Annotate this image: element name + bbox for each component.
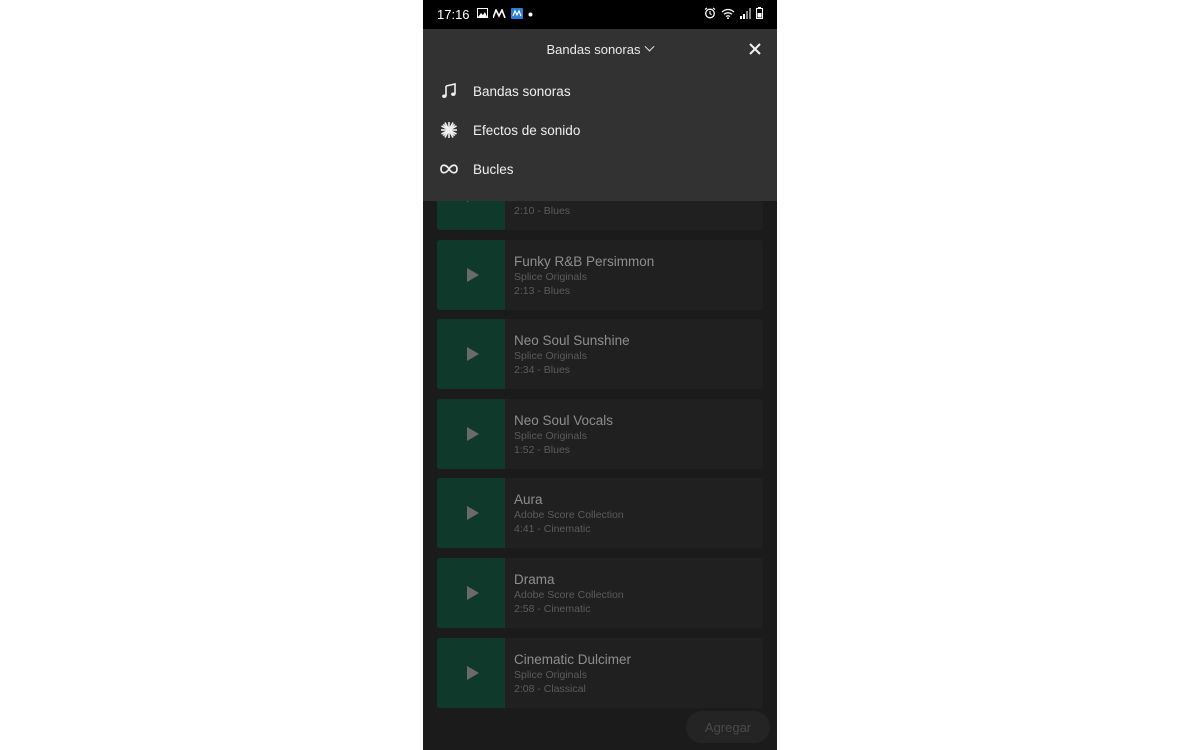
battery-icon [756,7,763,22]
menu-item-label: Bucles [473,161,514,177]
signal-icon [740,7,751,22]
status-time: 17:16 [437,7,470,22]
track-thumbnail[interactable] [437,558,505,628]
menu-item-loops[interactable]: Bucles [423,152,777,186]
play-icon [466,666,479,680]
play-icon [466,506,479,520]
infinity-icon [423,163,473,175]
track-meta: 1:52 - Blues [514,444,571,456]
track-info: Neo Soul Vocals Splice Originals 1:52 - … [505,399,613,469]
track-title: Neo Soul Sunshine [514,333,630,348]
track-thumbnail[interactable] [437,638,505,708]
track-meta: 2:10 - Blues [514,205,571,217]
notification-app-icon [510,7,523,22]
track-meta: 4:41 - Cinematic [514,523,591,535]
track-item[interactable]: Drama Adobe Score Collection 2:58 - Cine… [437,558,763,628]
track-thumbnail[interactable] [437,399,505,469]
close-icon [749,43,761,55]
category-dropdown: Bandas sonoras Bandas sonoras Efectos de… [423,29,777,201]
track-item[interactable]: Cinematic Dulcimer Splice Originals 2:08… [437,638,763,708]
status-right [704,7,763,22]
menu-item-label: Efectos de sonido [473,122,581,138]
track-artist: Splice Originals [514,669,587,681]
track-artist: Adobe Score Collection [514,509,624,521]
track-thumbnail[interactable] [437,319,505,389]
phone-screen: 17:16 2:10 - Blues Funky R&B Persimmon S… [423,0,777,750]
track-thumbnail[interactable] [437,478,505,548]
track-meta: 2:13 - Blues [514,285,571,297]
track-meta: 2:08 - Classical [514,683,586,695]
menu-item-sound-effects[interactable]: Efectos de sonido [423,113,777,147]
play-icon [466,427,479,441]
track-meta: 2:58 - Cinematic [514,603,591,615]
track-title: Aura [514,492,543,507]
track-item[interactable]: Aura Adobe Score Collection 4:41 - Cinem… [437,478,763,548]
play-icon [466,268,479,282]
dot-icon [528,9,533,20]
track-title: Cinematic Dulcimer [514,652,632,667]
track-info: Drama Adobe Score Collection 2:58 - Cine… [505,558,624,628]
status-bar: 17:16 [423,0,777,29]
track-info: Neo Soul Sunshine Splice Originals 2:34 … [505,319,630,389]
alarm-icon [704,7,716,22]
track-title: Drama [514,572,555,587]
menu-item-label: Bandas sonoras [473,83,571,99]
play-icon [466,586,479,600]
burst-icon [423,121,473,139]
music-note-icon [423,83,473,99]
track-artist: Splice Originals [514,271,587,283]
carrier-icon [491,7,506,21]
play-icon [466,347,479,361]
track-title: Neo Soul Vocals [514,413,614,428]
track-item[interactable]: Neo Soul Vocals Splice Originals 1:52 - … [437,399,763,469]
track-item[interactable]: Funky R&B Persimmon Splice Originals 2:1… [437,240,763,310]
track-artist: Splice Originals [514,350,587,362]
chevron-down-icon [645,41,655,52]
category-selector[interactable]: Bandas sonoras [423,29,777,69]
track-title: Funky R&B Persimmon [514,254,655,269]
category-selector-label: Bandas sonoras [546,41,641,57]
menu-item-soundtracks[interactable]: Bandas sonoras [423,74,777,108]
track-info: Aura Adobe Score Collection 4:41 - Cinem… [505,478,624,548]
close-button[interactable] [745,39,765,59]
track-meta: 2:34 - Blues [514,364,571,376]
wifi-icon [721,7,735,22]
track-info: Cinematic Dulcimer Splice Originals 2:08… [505,638,631,708]
gallery-icon [476,8,488,21]
add-button[interactable]: Agregar [686,711,770,743]
track-item[interactable]: Neo Soul Sunshine Splice Originals 2:34 … [437,319,763,389]
track-thumbnail[interactable] [437,240,505,310]
track-artist: Adobe Score Collection [514,589,624,601]
track-info: Funky R&B Persimmon Splice Originals 2:1… [505,240,654,310]
track-artist: Splice Originals [514,430,587,442]
